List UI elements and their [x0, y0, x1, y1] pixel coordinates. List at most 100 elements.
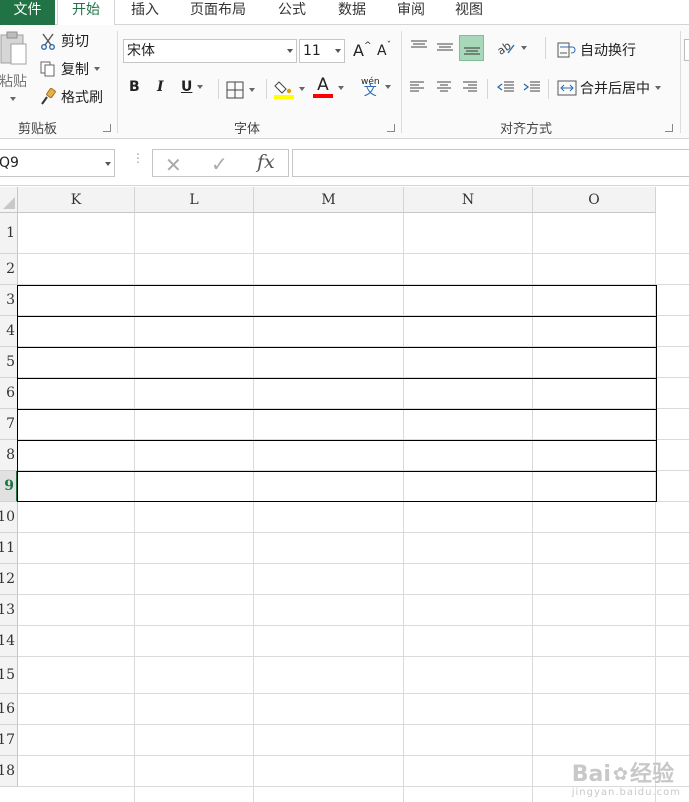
format-painter-button[interactable]: 格式刷	[38, 87, 103, 107]
column-header-l[interactable]: L	[135, 187, 254, 213]
font-color-swatch	[313, 94, 333, 98]
shrink-font-arrow-icon: ˇ	[386, 41, 392, 51]
align-divider	[487, 79, 488, 99]
drag-handle-icon[interactable]: ⋮	[132, 152, 144, 164]
increase-indent-button[interactable]	[523, 81, 541, 93]
select-all-button[interactable]	[0, 187, 18, 213]
shrink-font-button[interactable]: Aˇ	[377, 41, 392, 59]
alignment-launcher-icon[interactable]	[665, 124, 673, 132]
row-header-18[interactable]: 18	[0, 756, 18, 787]
enter-check-icon[interactable]: ✓	[211, 152, 228, 176]
column-header-k[interactable]: K	[18, 187, 135, 213]
tab-formulas[interactable]: 公式	[278, 0, 306, 25]
table-row-border	[18, 347, 656, 348]
font-size-select[interactable]: 11	[299, 39, 345, 63]
row-header-13[interactable]: 13	[0, 595, 18, 626]
tab-home[interactable]: 开始	[57, 0, 115, 26]
align-top-button[interactable]	[407, 35, 431, 59]
formula-input[interactable]	[292, 149, 689, 177]
paste-dropdown-icon	[10, 97, 16, 101]
row-header-5[interactable]: 5	[0, 347, 18, 378]
decrease-indent-button[interactable]	[497, 81, 515, 93]
tab-view[interactable]: 视图	[455, 0, 483, 25]
align-middle-button[interactable]	[433, 35, 457, 59]
ribbon-tab-bar: 文件 开始 插入 页面布局 公式 数据 审阅 视图	[0, 0, 689, 26]
borders-dropdown-icon	[249, 88, 255, 92]
bordered-table[interactable]	[17, 285, 657, 502]
align-left-icon	[409, 81, 425, 93]
row-header-12[interactable]: 12	[0, 564, 18, 595]
tab-file[interactable]: 文件	[0, 0, 55, 25]
tab-insert[interactable]: 插入	[131, 0, 159, 25]
column-header-o[interactable]: O	[533, 187, 656, 213]
row-header-10[interactable]: 10	[0, 502, 18, 533]
underline-label: U	[181, 79, 193, 95]
row-header-6[interactable]: 6	[0, 378, 18, 409]
column-header-m[interactable]: M	[254, 187, 404, 213]
align-divider	[548, 79, 549, 99]
borders-button[interactable]	[226, 81, 255, 99]
format-painter-label: 格式刷	[61, 90, 103, 106]
merge-center-button[interactable]: 合并后居中	[556, 78, 661, 98]
column-header-n[interactable]: N	[404, 187, 533, 213]
clipboard-launcher-icon[interactable]	[103, 124, 111, 132]
scissors-icon	[38, 32, 58, 50]
underline-button[interactable]: U	[181, 79, 204, 95]
align-left-button[interactable]	[409, 81, 425, 93]
tab-review[interactable]: 审阅	[397, 0, 425, 25]
font-name-select[interactable]: 宋体	[123, 39, 297, 63]
gridline	[18, 253, 689, 254]
row-header-11[interactable]: 11	[0, 533, 18, 564]
tab-page-layout[interactable]: 页面布局	[190, 0, 246, 25]
row-header-15[interactable]: 15	[0, 657, 18, 694]
align-bottom-icon	[463, 41, 481, 55]
row-header-3[interactable]: 3	[0, 285, 18, 316]
watermark-url: jingyan.baidu.com	[571, 787, 681, 798]
insert-function-button[interactable]: fx	[257, 151, 275, 173]
copy-dropdown-icon	[94, 67, 100, 71]
shrink-font-label: A	[377, 43, 387, 59]
wrap-text-button[interactable]: 自动换行	[556, 40, 636, 60]
watermark-suffix: 经验	[629, 762, 674, 787]
grow-font-button[interactable]: A ^	[353, 41, 372, 61]
row-header-4[interactable]: 4	[0, 316, 18, 347]
cancel-icon[interactable]: ✕	[165, 153, 182, 177]
row-header-8[interactable]: 8	[0, 440, 18, 471]
phonetic-button[interactable]: wén 文	[361, 77, 391, 98]
align-bottom-button[interactable]	[459, 35, 484, 61]
italic-button[interactable]: I	[157, 79, 164, 95]
name-box[interactable]: Q9	[0, 149, 115, 177]
cut-label: 剪切	[61, 34, 89, 50]
row-header-17[interactable]: 17	[0, 725, 18, 756]
gridline	[18, 563, 689, 564]
row-header-2[interactable]: 2	[0, 254, 18, 285]
row-header-9[interactable]: 9	[0, 471, 18, 502]
orientation-button[interactable]: ab	[496, 39, 527, 57]
row-header-1[interactable]: 1	[0, 213, 18, 254]
orientation-dropdown-icon	[521, 46, 527, 50]
font-divider	[218, 79, 219, 99]
row-header-16[interactable]: 16	[0, 694, 18, 725]
align-right-button[interactable]	[462, 81, 478, 93]
group-divider	[117, 31, 118, 133]
alignment-group-label: 对齐方式	[500, 122, 553, 137]
paste-button[interactable]: 粘贴	[0, 29, 30, 109]
formula-buttons: ✕ ✓ fx	[152, 149, 289, 177]
paste-label: 粘贴	[0, 74, 27, 90]
align-center-button[interactable]	[436, 81, 452, 93]
cut-button[interactable]: 剪切	[38, 31, 89, 51]
group-divider	[680, 31, 681, 133]
copy-button[interactable]: 复制	[38, 59, 100, 79]
number-format-select[interactable]	[684, 39, 689, 61]
font-color-button[interactable]: A	[313, 77, 344, 98]
row-header-7[interactable]: 7	[0, 409, 18, 440]
align-center-icon	[436, 81, 452, 93]
bold-button[interactable]: B	[129, 79, 140, 95]
tab-data[interactable]: 数据	[338, 0, 366, 25]
font-color-dropdown-icon	[338, 85, 344, 90]
name-box-value: Q9	[0, 155, 19, 171]
font-launcher-icon[interactable]	[387, 124, 395, 132]
fill-color-button[interactable]	[274, 79, 305, 99]
row-header-14[interactable]: 14	[0, 626, 18, 657]
table-row-border	[18, 471, 656, 472]
